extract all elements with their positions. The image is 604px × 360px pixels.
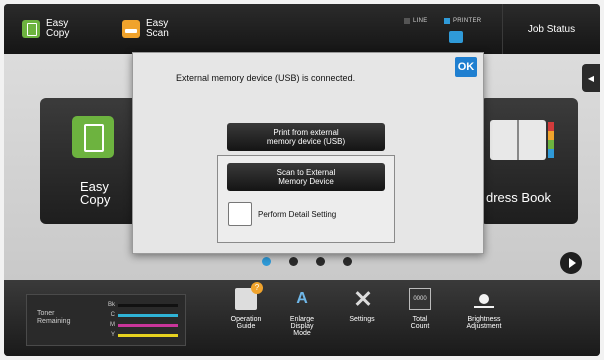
easy-copy-shortcut-label: Easy Copy <box>46 18 70 39</box>
ok-button[interactable]: OK <box>455 57 477 77</box>
print-from-usb-button[interactable]: Print from external memory device (USB) <box>227 123 385 151</box>
job-status-button[interactable]: Job Status <box>502 4 600 54</box>
toner-bar-magenta <box>118 323 178 327</box>
easy-scan-shortcut[interactable]: Easy Scan <box>122 15 169 43</box>
toner-bar-black <box>118 303 178 307</box>
printer-indicator-icon <box>444 18 450 24</box>
settings-button[interactable]: Settings <box>334 288 390 352</box>
toner-row-black: Bk <box>107 302 178 308</box>
easy-copy-shortcut[interactable]: Easy Copy <box>22 15 69 43</box>
printer-status: PRINTER <box>444 18 481 24</box>
toner-row-magenta: M <box>107 322 178 328</box>
toner-row-cyan: C <box>107 312 178 318</box>
enlarge-display-mode-button[interactable]: A Enlarge Display Mode <box>274 288 330 352</box>
address-book-tabs-icon <box>548 122 554 158</box>
toner-row-yellow: Y <box>107 332 178 338</box>
wifi-icon <box>449 31 463 43</box>
copy-icon <box>22 20 40 38</box>
detail-setting-label: Perform Detail Setting <box>258 210 337 219</box>
detail-setting-checkbox[interactable] <box>228 202 252 226</box>
page-dot[interactable] <box>262 257 271 266</box>
toner-remaining-panel: Toner Remaining Bk C M Y <box>26 294 186 346</box>
top-bar: Easy Copy Easy Scan LINE PRINTER Job Sta… <box>4 4 600 54</box>
next-page-button[interactable] <box>560 252 582 274</box>
toner-bar-cyan <box>118 313 178 317</box>
operation-guide-icon <box>235 282 263 310</box>
copy-icon <box>72 116 114 158</box>
dialog-message: External memory device (USB) is connecte… <box>176 73 356 83</box>
brightness-icon <box>473 288 495 310</box>
page-dot[interactable] <box>289 257 298 266</box>
toner-bar-yellow <box>118 333 178 337</box>
page-indicator <box>262 257 352 266</box>
easy-scan-shortcut-label: Easy Scan <box>146 18 169 39</box>
enlarge-display-icon: A <box>296 290 308 307</box>
usb-connected-dialog: External memory device (USB) is connecte… <box>132 52 484 254</box>
brightness-adjustment-button[interactable]: Brightness Adjustment <box>456 288 512 352</box>
page-dot[interactable] <box>343 257 352 266</box>
address-book-tile-label: dress Book <box>486 190 552 205</box>
settings-icon <box>351 288 373 310</box>
easy-copy-tile[interactable]: Easy Copy <box>40 98 140 224</box>
total-count-button[interactable]: 0000 Total Count <box>392 288 448 352</box>
line-status: LINE <box>404 18 428 24</box>
page-dot[interactable] <box>316 257 325 266</box>
operation-guide-button[interactable]: OperationGuide <box>218 282 274 352</box>
address-book-tile[interactable]: dress Book <box>480 98 578 224</box>
address-book-icon <box>490 120 546 160</box>
toner-title: Toner Remaining <box>37 310 71 325</box>
touch-panel-screen: Easy Copy Easy Scan LINE PRINTER Job Sta… <box>4 4 600 356</box>
total-count-icon: 0000 <box>409 288 431 310</box>
scan-icon <box>122 20 140 38</box>
line-indicator-icon <box>404 18 410 24</box>
scan-to-usb-button[interactable]: Scan to External Memory Device <box>227 163 385 191</box>
side-panel-tab[interactable]: ◀ <box>582 64 600 92</box>
bottom-bar: Toner Remaining Bk C M Y OperationGui <box>4 280 600 356</box>
easy-copy-tile-label: Easy Copy <box>80 179 111 207</box>
